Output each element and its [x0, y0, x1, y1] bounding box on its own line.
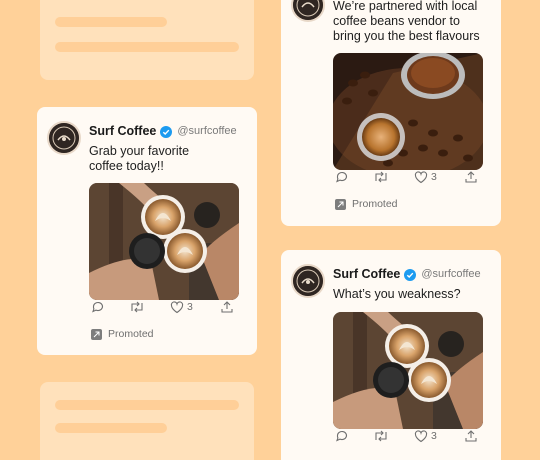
promoted-tweet-card[interactable]: Surf Coffee @surfcoffee Grab your favori…	[37, 107, 257, 355]
handle[interactable]: @surfcoffee	[421, 268, 480, 280]
placeholder-line	[55, 17, 167, 27]
retweet-icon[interactable]	[373, 170, 389, 184]
like-button[interactable]: 3	[170, 300, 193, 314]
verified-icon	[404, 268, 417, 281]
like-icon	[170, 300, 184, 314]
tweet-text: What’s you weakness?	[333, 287, 461, 301]
like-icon	[414, 429, 428, 443]
reply-icon[interactable]	[335, 429, 349, 443]
promoted-tweet-card[interactable]: Surf Coffee @surfcoffee What’s you weakn…	[281, 250, 501, 460]
like-button[interactable]: 3	[414, 429, 437, 443]
avatar[interactable]	[291, 0, 325, 22]
tweet-media-coffee-beans[interactable]	[333, 53, 483, 170]
reply-icon[interactable]	[91, 300, 105, 314]
share-icon[interactable]	[464, 170, 478, 184]
promoted-icon	[91, 328, 102, 340]
tweet-text: Grab your favorite coffee today!!	[89, 144, 190, 173]
avatar[interactable]	[47, 121, 81, 155]
like-count: 3	[431, 430, 437, 442]
promoted-label: Promoted	[91, 328, 154, 340]
like-count: 3	[187, 301, 193, 313]
promoted-label: Promoted	[335, 198, 398, 210]
handle[interactable]: @surfcoffee	[177, 125, 236, 137]
share-icon[interactable]	[464, 429, 478, 443]
promoted-icon	[335, 198, 346, 210]
verified-icon	[160, 125, 173, 138]
tweet-text: We’re partnered with local coffee beans …	[333, 0, 480, 43]
placeholder-card-bottom	[40, 382, 254, 460]
placeholder-line	[55, 423, 167, 433]
tweet-media-latte-cheers[interactable]	[333, 312, 483, 429]
placeholder-card-top	[40, 0, 254, 80]
retweet-icon[interactable]	[129, 300, 145, 314]
placeholder-line	[55, 400, 239, 410]
like-count: 3	[431, 171, 437, 183]
like-icon	[414, 170, 428, 184]
retweet-icon[interactable]	[373, 429, 389, 443]
promoted-text: Promoted	[352, 198, 398, 210]
display-name[interactable]: Surf Coffee	[333, 267, 400, 281]
tweet-media-latte-cheers[interactable]	[89, 183, 239, 300]
like-button[interactable]: 3	[414, 170, 437, 184]
share-icon[interactable]	[220, 300, 234, 314]
promoted-text: Promoted	[108, 328, 154, 340]
placeholder-line	[55, 42, 239, 52]
display-name[interactable]: Surf Coffee	[89, 124, 156, 138]
avatar[interactable]	[291, 264, 325, 298]
promoted-tweet-card[interactable]: We’re partnered with local coffee beans …	[281, 0, 501, 226]
reply-icon[interactable]	[335, 170, 349, 184]
